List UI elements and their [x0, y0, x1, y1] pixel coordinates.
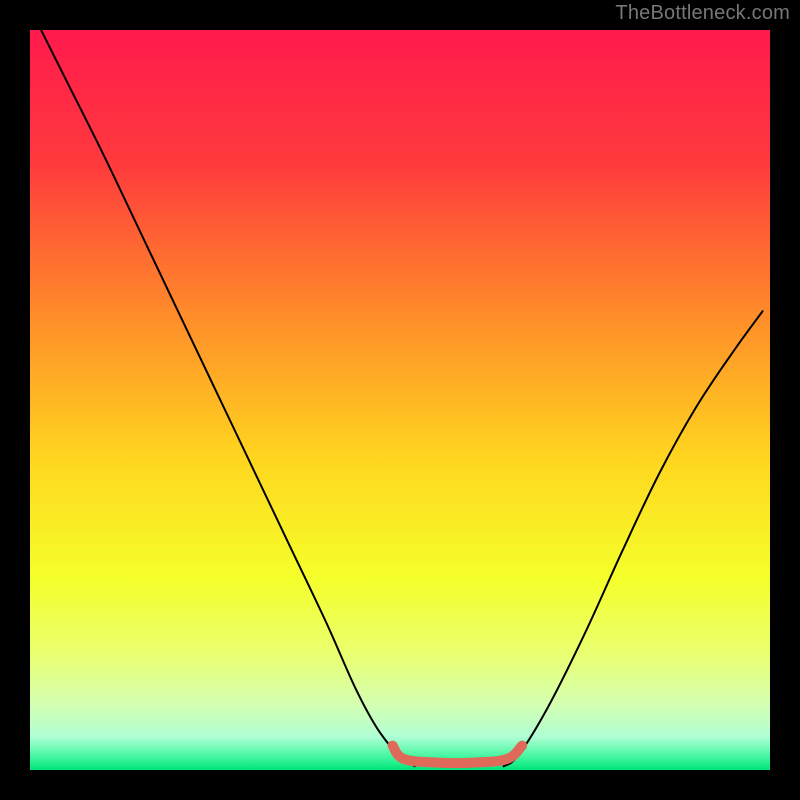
attribution-label: TheBottleneck.com: [615, 2, 790, 25]
gradient-background: [30, 30, 770, 770]
plot-area: [30, 30, 770, 770]
chart-svg: [30, 30, 770, 770]
chart-stage: TheBottleneck.com: [0, 0, 800, 800]
